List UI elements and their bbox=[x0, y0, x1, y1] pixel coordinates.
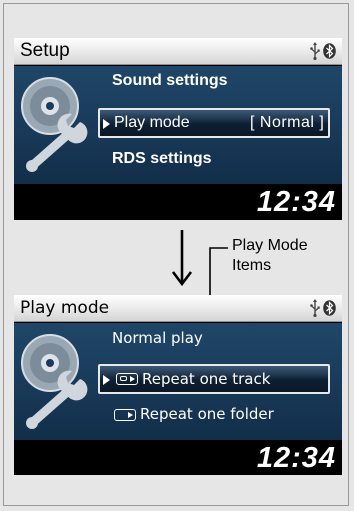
clock: 12:34 bbox=[256, 442, 336, 474]
selection-arrow-icon bbox=[103, 375, 110, 385]
title-bar: Play mode bbox=[14, 295, 342, 322]
menu-area: Normal play Repeat one track Repeat one … bbox=[14, 323, 342, 440]
usb-icon bbox=[310, 299, 320, 317]
setup-disc-wrench-icon bbox=[21, 77, 88, 172]
bluetooth-icon bbox=[323, 43, 336, 59]
setup-screen: Setup Sound settings Play mode [Normal … bbox=[14, 38, 342, 220]
clock-bar: 12:34 bbox=[14, 184, 342, 220]
clock-bar: 12:34 bbox=[14, 440, 342, 475]
play-mode-value: [ Normal ] bbox=[250, 114, 325, 131]
callout-line-2: Items bbox=[232, 257, 272, 274]
menu-item-sound-settings[interactable]: Sound settings bbox=[112, 72, 228, 90]
selection-arrow-icon bbox=[103, 119, 110, 129]
clock: 12:34 bbox=[256, 186, 336, 218]
repeat-folder-icon bbox=[114, 409, 136, 421]
screen-title: Play mode bbox=[20, 298, 110, 318]
title-bar: Setup bbox=[14, 38, 342, 65]
down-arrow-icon bbox=[171, 230, 193, 287]
callout-label: Play Mode Items bbox=[232, 236, 308, 276]
bluetooth-icon bbox=[323, 300, 336, 316]
usb-icon bbox=[310, 42, 320, 60]
menu-area: Sound settings Play mode [ Normal ] RDS … bbox=[14, 66, 342, 184]
menu-item-repeat-one-track[interactable]: Repeat one track bbox=[98, 364, 330, 394]
play-mode-screen: Play mode Normal play Repeat one track R… bbox=[14, 295, 342, 475]
menu-item-label: Play mode bbox=[114, 114, 190, 131]
menu-item-normal-play[interactable]: Normal play bbox=[112, 329, 203, 347]
menu-item-play-mode[interactable]: Play mode [ Normal ] bbox=[98, 108, 330, 138]
screen-title: Setup bbox=[20, 40, 70, 61]
repeat-track-icon bbox=[116, 373, 138, 385]
menu-item-rds-settings[interactable]: RDS settings bbox=[112, 150, 212, 168]
menu-item-label: Repeat one folder bbox=[140, 405, 274, 423]
menu-item-label: Repeat one track bbox=[142, 370, 271, 388]
setup-disc-wrench-icon bbox=[21, 334, 88, 429]
callout-line-1: Play Mode bbox=[232, 237, 308, 254]
